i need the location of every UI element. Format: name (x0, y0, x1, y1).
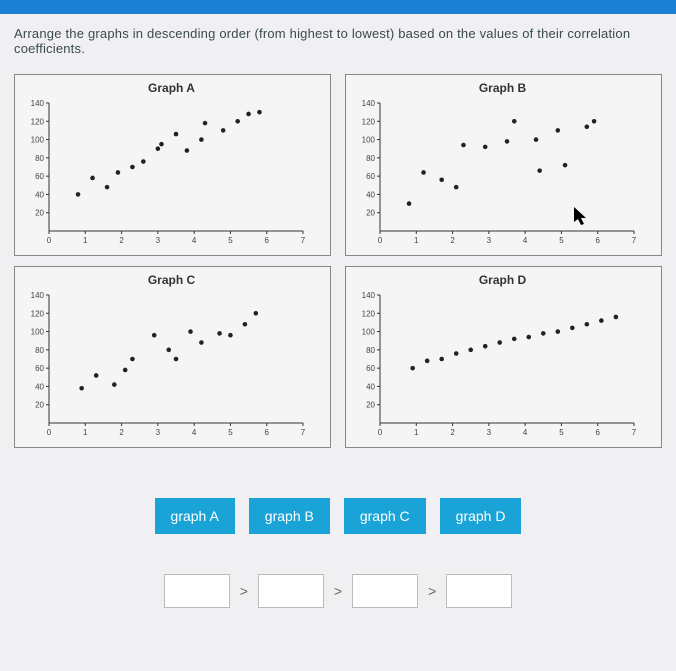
svg-text:120: 120 (31, 117, 45, 126)
svg-text:4: 4 (192, 236, 197, 245)
svg-text:20: 20 (366, 401, 375, 410)
chart-graph-b: Graph B 20 40 60 80 100 120 140 0 1 2 3 4 5 6 7 (345, 74, 662, 256)
svg-text:80: 80 (35, 154, 44, 163)
svg-text:40: 40 (35, 190, 44, 199)
svg-text:80: 80 (366, 154, 375, 163)
svg-text:100: 100 (362, 136, 376, 145)
chart-title-a: Graph A (19, 81, 324, 95)
svg-text:0: 0 (47, 236, 52, 245)
scatter-d: 20 40 60 80 100 120 140 0 1 2 3 4 5 6 7 (350, 291, 640, 441)
svg-text:6: 6 (595, 236, 600, 245)
svg-text:80: 80 (366, 346, 375, 355)
svg-text:7: 7 (301, 236, 306, 245)
svg-text:7: 7 (301, 428, 306, 437)
scatter-c: 20 40 60 80 100 120 140 0 1 2 3 4 5 6 7 (19, 291, 309, 441)
svg-text:1: 1 (414, 236, 419, 245)
svg-text:6: 6 (595, 428, 600, 437)
tile-graph-a[interactable]: graph A (155, 498, 235, 534)
svg-text:20: 20 (366, 209, 375, 218)
svg-text:0: 0 (378, 428, 383, 437)
answer-slot-2[interactable] (258, 574, 324, 608)
svg-text:2: 2 (450, 428, 455, 437)
instruction-text: Arrange the graphs in descending order (… (14, 26, 662, 56)
svg-text:20: 20 (35, 401, 44, 410)
svg-text:40: 40 (35, 382, 44, 391)
svg-text:120: 120 (362, 117, 376, 126)
svg-text:5: 5 (228, 236, 233, 245)
svg-text:120: 120 (31, 309, 45, 318)
svg-text:2: 2 (119, 428, 124, 437)
answer-slots-row: > > > (14, 574, 662, 608)
top-blue-bar (0, 0, 676, 14)
svg-text:60: 60 (35, 172, 44, 181)
svg-text:140: 140 (362, 291, 376, 300)
svg-text:140: 140 (31, 99, 45, 108)
gt-icon: > (334, 583, 342, 599)
svg-text:7: 7 (632, 428, 637, 437)
svg-text:4: 4 (523, 236, 528, 245)
scatter-a: 20 40 60 80 100 120 140 0 1 2 3 4 5 6 7 (19, 99, 309, 249)
chart-graph-c: Graph C 20 40 60 80 100 120 140 0 1 2 3 4 5 6 7 (14, 266, 331, 448)
svg-text:5: 5 (559, 236, 564, 245)
svg-text:0: 0 (47, 428, 52, 437)
svg-text:5: 5 (228, 428, 233, 437)
tile-graph-d[interactable]: graph D (440, 498, 522, 534)
scatter-b: 20 40 60 80 100 120 140 0 1 2 3 4 5 6 7 (350, 99, 640, 249)
chart-graph-d: Graph D 20 40 60 80 100 120 140 0 1 2 3 4 5 6 7 (345, 266, 662, 448)
svg-text:40: 40 (366, 382, 375, 391)
answer-slot-1[interactable] (164, 574, 230, 608)
svg-text:1: 1 (83, 428, 88, 437)
page-content: Arrange the graphs in descending order (… (0, 14, 676, 608)
svg-text:100: 100 (31, 136, 45, 145)
draggable-tiles-row: graph A graph B graph C graph D (14, 498, 662, 534)
chart-title-d: Graph D (350, 273, 655, 287)
svg-text:60: 60 (366, 172, 375, 181)
gt-icon: > (240, 583, 248, 599)
svg-text:60: 60 (366, 364, 375, 373)
svg-text:1: 1 (414, 428, 419, 437)
svg-text:20: 20 (35, 209, 44, 218)
svg-text:1: 1 (83, 236, 88, 245)
svg-text:3: 3 (487, 236, 492, 245)
svg-text:6: 6 (264, 236, 269, 245)
svg-text:140: 140 (31, 291, 45, 300)
svg-text:40: 40 (366, 190, 375, 199)
svg-text:4: 4 (192, 428, 197, 437)
svg-text:3: 3 (156, 428, 161, 437)
svg-text:140: 140 (362, 99, 376, 108)
svg-text:60: 60 (35, 364, 44, 373)
chart-graph-a: Graph A 20 40 60 80 100 120 140 0 1 2 3 4 5 6 7 (14, 74, 331, 256)
gt-icon: > (428, 583, 436, 599)
tile-graph-b[interactable]: graph B (249, 498, 330, 534)
answer-slot-4[interactable] (446, 574, 512, 608)
chart-title-c: Graph C (19, 273, 324, 287)
tile-graph-c[interactable]: graph C (344, 498, 426, 534)
svg-text:3: 3 (156, 236, 161, 245)
svg-text:7: 7 (632, 236, 637, 245)
svg-text:3: 3 (487, 428, 492, 437)
svg-text:100: 100 (362, 328, 376, 337)
svg-text:2: 2 (450, 236, 455, 245)
svg-text:120: 120 (362, 309, 376, 318)
svg-text:0: 0 (378, 236, 383, 245)
chart-title-b: Graph B (350, 81, 655, 95)
svg-text:6: 6 (264, 428, 269, 437)
svg-text:2: 2 (119, 236, 124, 245)
svg-text:80: 80 (35, 346, 44, 355)
svg-text:5: 5 (559, 428, 564, 437)
svg-text:4: 4 (523, 428, 528, 437)
charts-grid: Graph A 2040608010012014001234567 Graph … (14, 74, 662, 448)
answer-slot-3[interactable] (352, 574, 418, 608)
svg-text:100: 100 (31, 328, 45, 337)
